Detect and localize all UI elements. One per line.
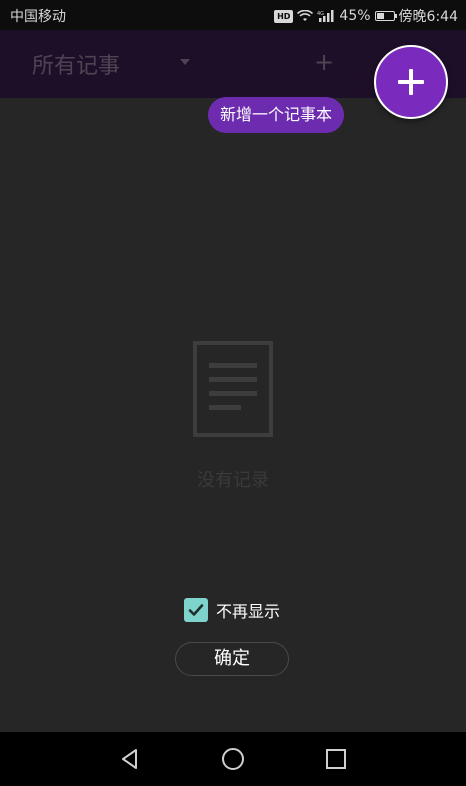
app-screen: 中国移动 HD 4G 45% 傍晚6:44 所有记事 + 新增一个记事本 没有记… [0,0,466,786]
dont-show-again-checkbox[interactable] [184,598,208,622]
empty-document-icon [193,341,273,437]
clock: 傍晚6:44 [398,9,458,25]
dont-show-again-label: 不再显示 [216,602,281,621]
battery-icon [374,11,397,21]
hd-icon: HD [274,9,294,23]
dropdown-arrow-icon[interactable] [180,59,190,65]
back-icon[interactable] [117,746,143,772]
status-bar: 中国移动 HD 4G 45% 傍晚6:44 [0,0,466,30]
carrier-name: 中国移动 [10,9,66,25]
checkmark-icon [188,604,204,616]
notebook-selector-title[interactable]: 所有记事 [32,48,120,80]
system-navigation-bar [0,732,466,786]
toolbar-add-icon[interactable]: + [314,50,334,74]
svg-text:4G: 4G [317,11,324,17]
add-notebook-button[interactable] [374,45,448,119]
home-icon[interactable] [220,746,246,772]
battery-percent: 45% [339,8,371,24]
plus-icon [398,69,424,95]
status-indicators: HD 4G 45% 傍晚6:44 [274,6,458,26]
battery-level [376,13,384,19]
recent-apps-icon[interactable] [323,746,349,772]
empty-state-text: 没有记录 [197,470,269,491]
wifi-icon [297,10,314,21]
confirm-button[interactable]: 确定 [175,642,289,676]
dont-show-again-row[interactable]: 不再显示 [184,598,280,622]
add-notebook-tooltip: 新增一个记事本 [208,97,345,133]
cellular-signal-icon: 4G [317,10,334,22]
